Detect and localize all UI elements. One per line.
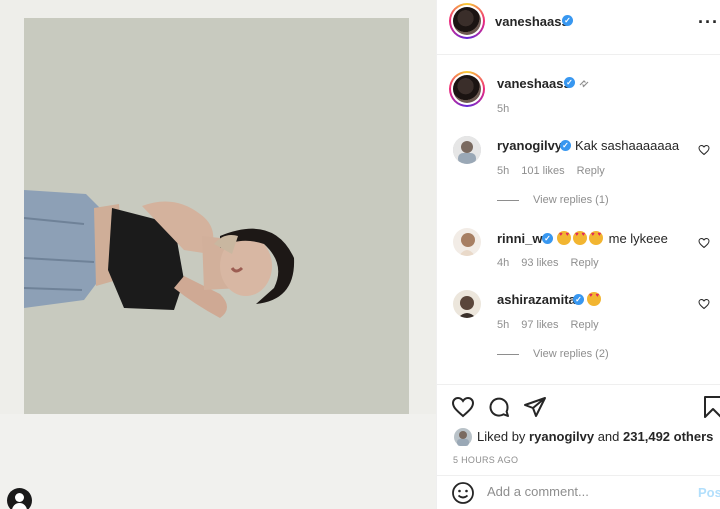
heart-eyes-emoji: [587, 292, 601, 306]
heart-eyes-emoji: [589, 231, 603, 245]
caption-time: 5h: [497, 103, 510, 115]
post-photo-pane: [0, 0, 436, 509]
link-icon: [579, 80, 589, 88]
comment-time: 5h: [497, 319, 510, 331]
tagged-user-icon[interactable]: [7, 488, 32, 509]
heart-icon[interactable]: [451, 395, 475, 419]
share-icon[interactable]: [523, 395, 547, 419]
verified-icon: ✓: [564, 77, 575, 88]
comment-likes[interactable]: 93 likes: [521, 257, 558, 269]
reply-link[interactable]: Reply: [571, 257, 599, 269]
post-header: vaneshaass ✓ ···: [437, 0, 720, 55]
liked-by-prefix: Liked by: [477, 429, 526, 444]
liked-by-avatar[interactable]: [454, 428, 472, 446]
verified-icon: ✓: [560, 140, 571, 151]
reply-link[interactable]: Reply: [577, 165, 605, 177]
comment-meta: 5h 101 likes Reply: [497, 165, 617, 177]
view-replies-label[interactable]: View replies (2): [533, 348, 609, 360]
heart-icon[interactable]: [698, 298, 710, 310]
comment-username[interactable]: ryanogilvy: [497, 138, 562, 153]
heart-eyes-emoji: [557, 231, 571, 245]
heart-icon[interactable]: [698, 144, 710, 156]
comment-text-body: me lykeee: [608, 231, 668, 246]
post-actions: Liked by ryanogilvy and 231,492 others 5…: [437, 384, 720, 509]
comment-likes[interactable]: 97 likes: [521, 319, 558, 331]
photo-illustration: [24, 18, 409, 414]
view-replies[interactable]: View replies (1): [497, 194, 609, 206]
comment-input[interactable]: [487, 484, 677, 499]
comment-time: 4h: [497, 257, 510, 269]
add-comment-bar: Post: [437, 475, 720, 509]
heart-icon[interactable]: [698, 237, 710, 249]
comment-username[interactable]: rinni_w: [497, 231, 543, 246]
reply-link[interactable]: Reply: [571, 319, 599, 331]
more-icon[interactable]: ···: [698, 12, 719, 33]
verified-icon: ✓: [542, 233, 553, 244]
comment-avatar[interactable]: [453, 228, 481, 256]
caption-author-avatar[interactable]: [449, 71, 485, 107]
liked-by-user[interactable]: ryanogilvy: [529, 429, 594, 444]
comment-text: Kak sashaaaaaaa: [575, 138, 680, 153]
comment-meta: 5h 97 likes Reply: [497, 319, 611, 331]
comment-time: 5h: [497, 165, 510, 177]
liked-by-and: and: [597, 429, 620, 444]
post-photo[interactable]: [24, 18, 409, 414]
author-avatar[interactable]: [449, 3, 485, 39]
post-comment-button[interactable]: Post: [698, 485, 720, 500]
view-replies[interactable]: View replies (2): [497, 348, 609, 360]
liked-by-count[interactable]: 231,492 others: [623, 429, 713, 444]
comment-likes[interactable]: 101 likes: [521, 165, 564, 177]
post-side-panel: vaneshaass ✓ ··· vaneshaass ✓ 5h ryanogi…: [436, 0, 720, 509]
view-replies-label[interactable]: View replies (1): [533, 194, 609, 206]
liked-by-text: Liked by ryanogilvy and 231,492 others: [477, 429, 713, 444]
comment-avatar[interactable]: [453, 136, 481, 164]
verified-icon: ✓: [562, 15, 573, 26]
comment-text: me lykeee: [557, 231, 668, 246]
post-time[interactable]: 5 HOURS AGO: [453, 455, 518, 465]
comment-meta: 4h 93 likes Reply: [497, 257, 611, 269]
polaroid-frame: [0, 414, 436, 509]
author-username[interactable]: vaneshaass: [495, 14, 569, 29]
comment-icon[interactable]: [487, 395, 511, 419]
save-icon[interactable]: [701, 395, 720, 419]
verified-icon: ✓: [573, 294, 584, 305]
heart-eyes-emoji: [573, 231, 587, 245]
emoji-icon[interactable]: [451, 481, 475, 505]
comment-avatar[interactable]: [453, 290, 481, 318]
comment-username[interactable]: ashirazamita: [497, 292, 576, 307]
caption-author-username[interactable]: vaneshaass: [497, 76, 571, 91]
